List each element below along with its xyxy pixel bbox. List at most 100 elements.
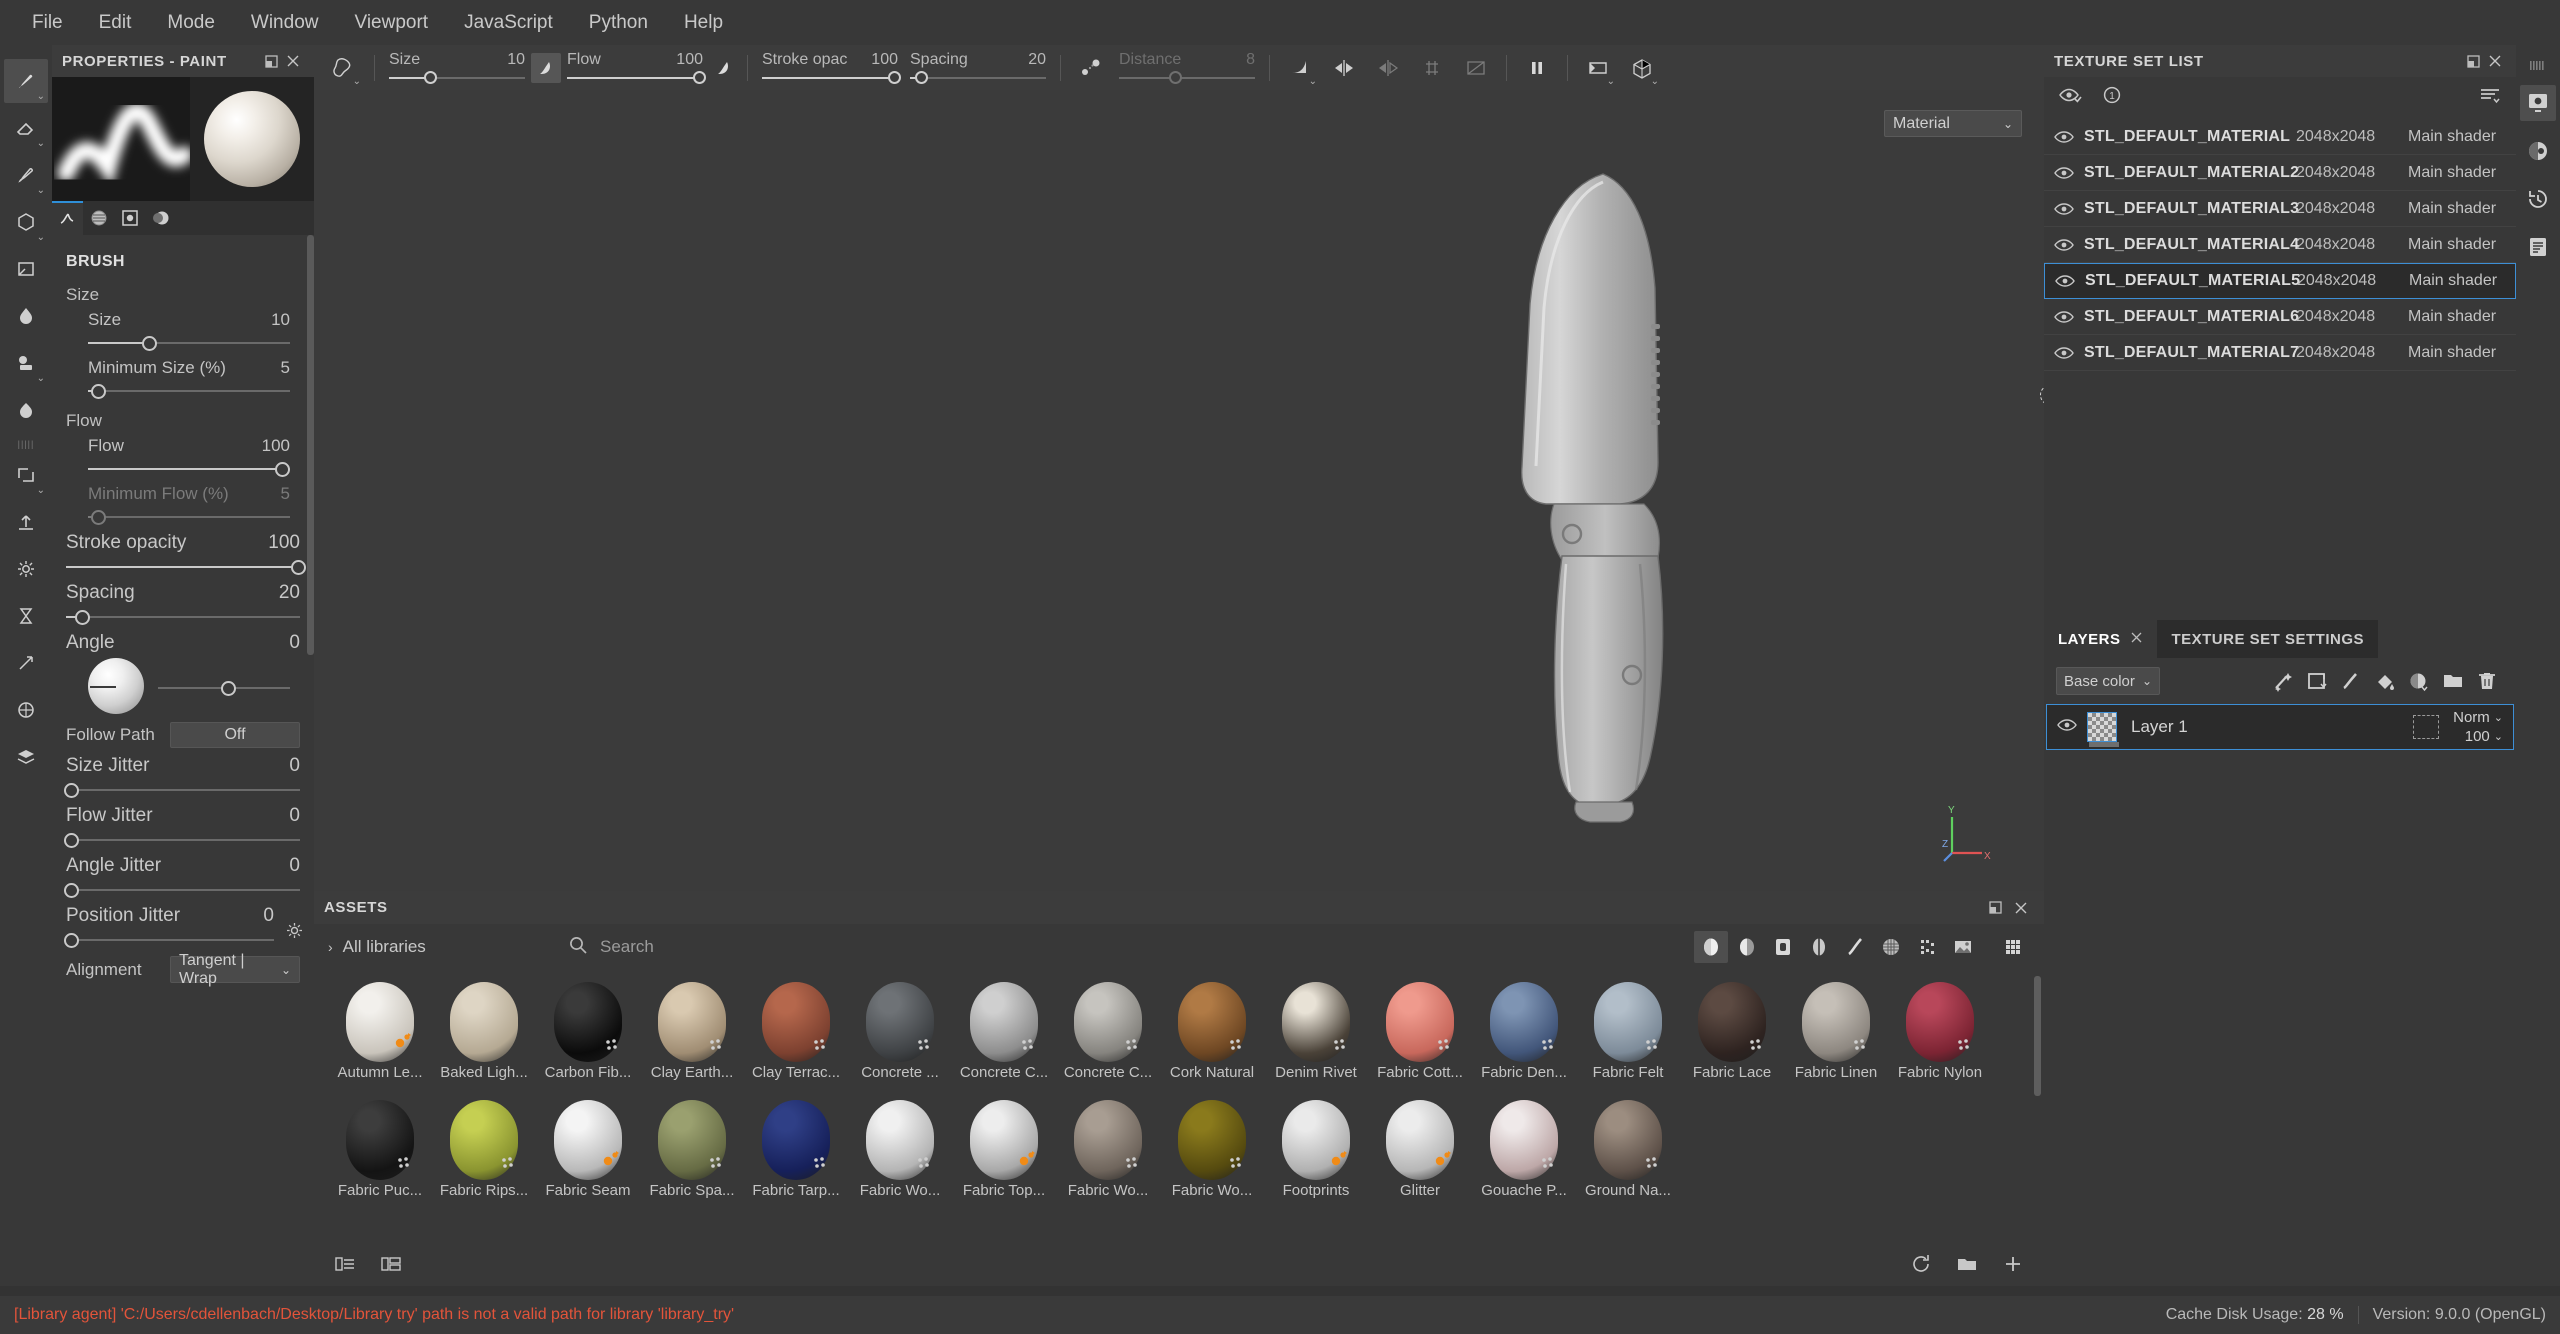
asset-thumbnail[interactable]	[346, 1100, 414, 1180]
asset-item[interactable]: Fabric Den...	[1472, 976, 1576, 1094]
asset-thumbnail[interactable]	[1074, 1100, 1142, 1180]
asset-item[interactable]: Concrete ...	[848, 976, 952, 1094]
asset-thumbnail[interactable]	[450, 1100, 518, 1180]
viewport-3d-icon[interactable]: ⌄	[1620, 46, 1664, 90]
layer-thumbnail[interactable]	[2087, 712, 2117, 742]
add-fill-layer-icon[interactable]	[2300, 666, 2334, 696]
prop-row-spacing[interactable]: Spacing 20	[52, 579, 314, 629]
layer-mask-slot[interactable]	[2413, 715, 2439, 739]
assets-open-folder-icon[interactable]	[1950, 1249, 1984, 1279]
asset-item[interactable]: Concrete C...	[1056, 976, 1160, 1094]
prop-slider-angle-jitter[interactable]	[66, 880, 300, 900]
asset-thumbnail[interactable]	[1178, 982, 1246, 1062]
texture-set-row[interactable]: STL_DEFAULT_MATERIAL2048x2048Main shader	[2044, 119, 2516, 155]
material-picker-tool[interactable]	[4, 388, 48, 432]
asset-item[interactable]: Fabric Top...	[952, 1094, 1056, 1212]
toolbar-slider-distance[interactable]: Distance 8	[1113, 51, 1261, 85]
asset-thumbnail[interactable]	[450, 982, 518, 1062]
brush-shape-icon[interactable]: ⌄	[322, 46, 366, 90]
asset-thumbnail[interactable]	[554, 982, 622, 1062]
layer-blend-mode[interactable]: Norm	[2453, 709, 2490, 726]
add-effect-icon[interactable]	[2266, 666, 2300, 696]
prop-row-angle[interactable]: Angle 0	[52, 629, 314, 654]
asset-thumbnail[interactable]	[970, 1100, 1038, 1180]
filter-smart-materials-icon[interactable]	[1730, 931, 1764, 963]
log-icon[interactable]	[2520, 229, 2556, 265]
bake-tool[interactable]: ⌄	[4, 453, 48, 497]
filter-materials-icon[interactable]	[1694, 931, 1728, 963]
prop-row-minimum-size[interactable]: Minimum Size (%) 5	[52, 355, 314, 403]
layer-opacity[interactable]: 100	[2465, 728, 2490, 745]
filter-masks-icon[interactable]	[1802, 931, 1836, 963]
timer-tool[interactable]	[4, 594, 48, 638]
assets-list-view-icon[interactable]	[328, 1249, 362, 1279]
tab-texture-set-settings[interactable]: TEXTURE SET SETTINGS	[2157, 620, 2378, 658]
shader-settings-icon[interactable]	[2520, 133, 2556, 169]
projection-tool[interactable]: ⌄	[4, 153, 48, 197]
asset-thumbnail[interactable]	[1698, 982, 1766, 1062]
menu-item-edit[interactable]: Edit	[81, 0, 150, 45]
assets-refresh-icon[interactable]	[1904, 1249, 1938, 1279]
asset-thumbnail[interactable]	[1386, 982, 1454, 1062]
alignment-select[interactable]: Tangent | Wrap ⌄	[170, 956, 300, 983]
asset-item[interactable]: Fabric Tarp...	[744, 1094, 848, 1212]
prop-slider-size[interactable]	[88, 333, 290, 353]
info-icon[interactable]: 1	[2102, 85, 2122, 111]
add-folder-icon[interactable]	[2436, 666, 2470, 696]
channel-select[interactable]: Base color ⌄	[2056, 667, 2160, 695]
prop-slider-angle[interactable]	[158, 678, 290, 698]
asset-item[interactable]: Fabric Lace	[1680, 976, 1784, 1094]
assets-library-selector[interactable]: › All libraries	[328, 937, 558, 957]
undock-icon[interactable]	[260, 50, 282, 72]
prop-slider-flow-jitter[interactable]	[66, 830, 300, 850]
prop-slider-minimum-size[interactable]	[88, 381, 290, 401]
asset-item[interactable]: Glitter	[1368, 1094, 1472, 1212]
eraser-tool[interactable]: ⌄	[4, 106, 48, 150]
tab-layers[interactable]: LAYERS	[2044, 620, 2157, 658]
asset-thumbnail[interactable]	[762, 1100, 830, 1180]
texture-set-row[interactable]: STL_DEFAULT_MATERIAL42048x2048Main shade…	[2044, 227, 2516, 263]
asset-item[interactable]: Fabric Felt	[1576, 976, 1680, 1094]
asset-item[interactable]: Gouache P...	[1472, 1094, 1576, 1212]
tiling-icon[interactable]	[1410, 46, 1454, 90]
asset-item[interactable]: Fabric Wo...	[848, 1094, 952, 1212]
asset-thumbnail[interactable]	[970, 982, 1038, 1062]
eye-icon[interactable]	[2055, 274, 2085, 288]
texture-set-row[interactable]: STL_DEFAULT_MATERIAL62048x2048Main shade…	[2044, 299, 2516, 335]
prop-row-position-jitter[interactable]: Position Jitter 0	[52, 902, 314, 952]
menu-item-window[interactable]: Window	[233, 0, 337, 45]
close-icon[interactable]	[2008, 895, 2034, 921]
eye-icon[interactable]	[2057, 716, 2087, 738]
toolbar-slider-flow[interactable]: Flow 100	[561, 51, 709, 85]
asset-item[interactable]: Fabric Spa...	[640, 1094, 744, 1212]
asset-thumbnail[interactable]	[1282, 1100, 1350, 1180]
gear-icon[interactable]	[285, 921, 304, 946]
paint-brush-tool[interactable]: ⌄	[4, 59, 48, 103]
filter-environments-icon[interactable]	[1946, 931, 1980, 963]
asset-item[interactable]: Ground Na...	[1576, 1094, 1680, 1212]
toggle-visibility-icon[interactable]	[2058, 85, 2082, 111]
mesh-tool[interactable]	[4, 688, 48, 732]
sort-options-icon[interactable]	[2478, 85, 2502, 111]
asset-thumbnail[interactable]	[866, 982, 934, 1062]
asset-item[interactable]: Cork Natural	[1160, 976, 1264, 1094]
falloff-curve-icon[interactable]: ⌄	[1278, 46, 1322, 90]
prop-row-angle-jitter[interactable]: Angle Jitter 0	[52, 852, 314, 902]
settings-tool[interactable]	[4, 547, 48, 591]
angle-control[interactable]	[52, 654, 314, 718]
eye-icon[interactable]	[2054, 166, 2084, 180]
asset-thumbnail[interactable]	[346, 982, 414, 1062]
asset-thumbnail[interactable]	[1490, 982, 1558, 1062]
filter-grunges-icon[interactable]	[1910, 931, 1944, 963]
asset-item[interactable]: Footprints	[1264, 1094, 1368, 1212]
assets-add-icon[interactable]	[1996, 1249, 2030, 1279]
pause-engine-icon[interactable]	[1515, 46, 1559, 90]
assets-grid[interactable]: Autumn Le...Baked Ligh...Carbon Fib...Cl…	[314, 970, 2044, 1242]
prop-slider-minimum-flow[interactable]	[88, 507, 290, 527]
asset-item[interactable]: Fabric Linen	[1784, 976, 1888, 1094]
eye-icon[interactable]	[2054, 310, 2084, 324]
eye-icon[interactable]	[2054, 202, 2084, 216]
asset-item[interactable]: Clay Earth...	[640, 976, 744, 1094]
3d-viewport[interactable]: Material ⌄	[314, 90, 2044, 891]
prop-slider-flow[interactable]	[88, 459, 290, 479]
